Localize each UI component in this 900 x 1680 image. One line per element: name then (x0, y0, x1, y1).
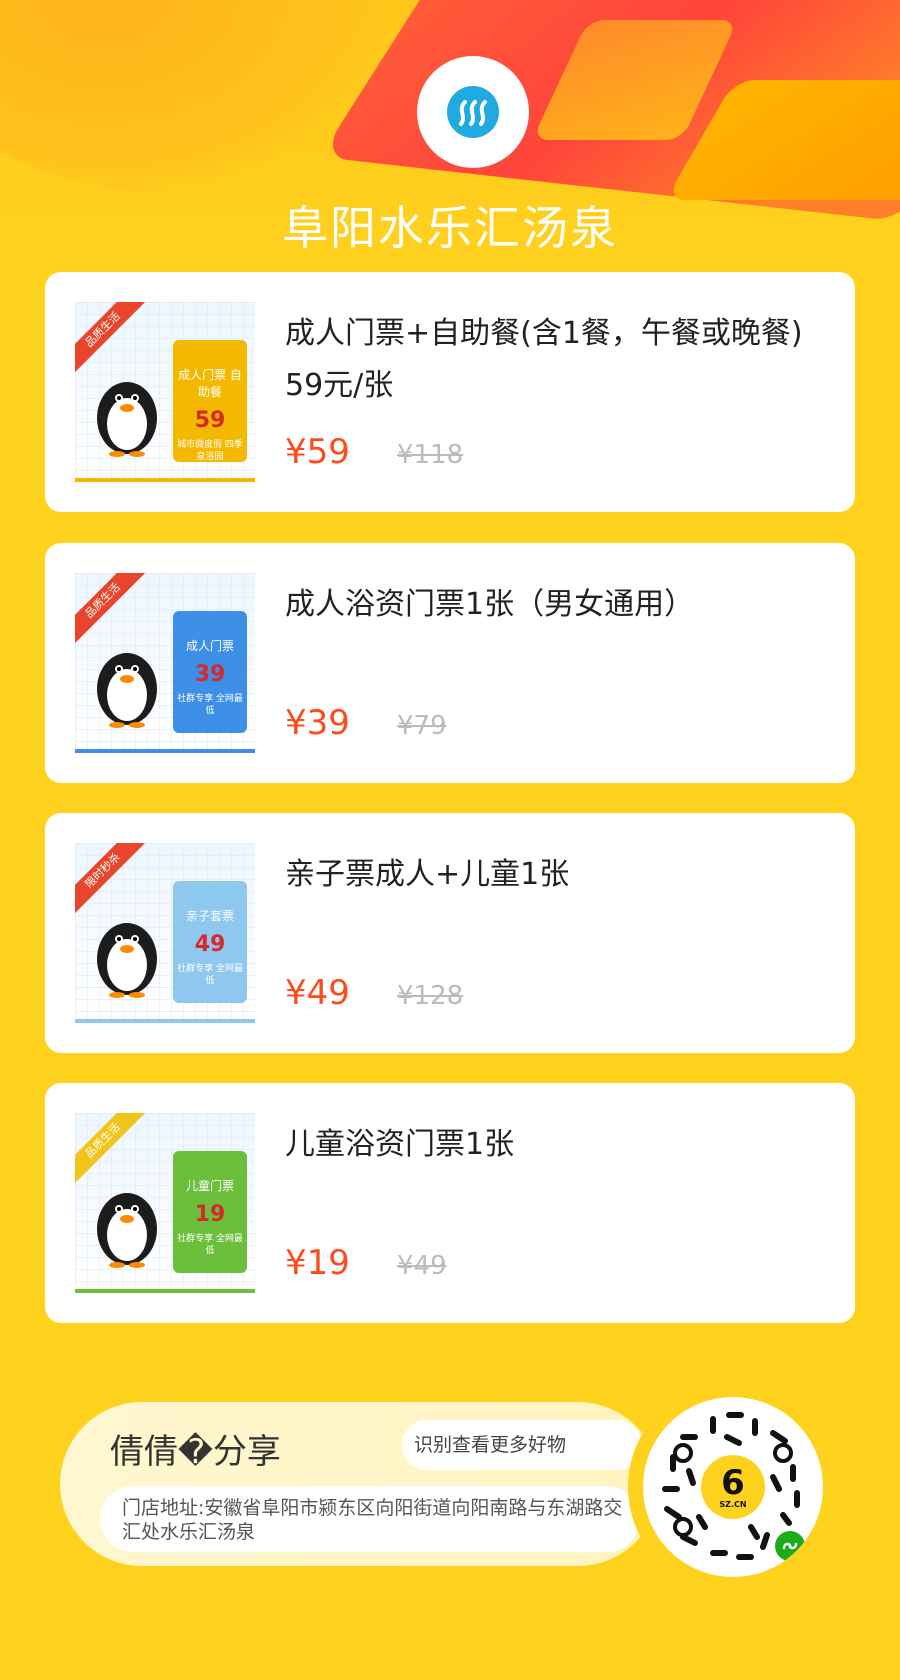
ticket-price: 59 (194, 408, 226, 433)
waves-logo-icon (447, 86, 499, 138)
ticket-note: 社群专享 全网最低 (177, 1234, 243, 1256)
ticket-note: 城市微度假 四季泉浴园 (177, 440, 243, 462)
ticket-note: 社群专享 全网最低 (177, 694, 243, 716)
banner-decoration (0, 0, 380, 190)
sale-price: ¥39 (285, 703, 350, 743)
original-price: ¥79 (397, 711, 447, 741)
ticket-price: 49 (194, 932, 226, 957)
product-title[interactable]: 成人浴资门票1张（男女通用） (285, 579, 825, 631)
ticket-graphic: 成人门票 39 社群专享 全网最低 (173, 611, 247, 733)
store-address: 门店地址:安徽省阜阳市颍东区向阳街道向阳南路与东湖路交汇处水乐汇汤泉 (100, 1486, 640, 1552)
sharer-name: 倩倩�分享 (110, 1432, 281, 1472)
ticket-name: 亲子套票 (185, 909, 234, 923)
penguin-mascot-image (97, 382, 157, 457)
qr-center-logo: 6 SZ.CN (701, 1455, 765, 1519)
wechat-mini-program-icon (775, 1531, 805, 1561)
product-title[interactable]: 亲子票成人+儿童1张 (285, 849, 825, 901)
product-thumbnail[interactable]: 品质生活 成人门票 自助餐 59 城市微度假 四季泉浴园 (75, 302, 255, 482)
original-price: ¥128 (397, 981, 464, 1011)
ticket-graphic: 亲子套票 49 社群专享 全网最低 (173, 881, 247, 1003)
store-logo (417, 56, 529, 168)
penguin-mascot-image (97, 923, 157, 998)
original-price: ¥118 (397, 440, 464, 470)
store-name: 阜阳水乐汇汤泉 (282, 201, 618, 255)
product-thumbnail[interactable]: 限时秒杀 亲子套票 49 社群专享 全网最低 (75, 843, 255, 1023)
product-title[interactable]: 儿童浴资门票1张 (285, 1119, 825, 1171)
ticket-price: 39 (194, 662, 226, 687)
scan-hint-pill: 识别查看更多好物 (402, 1420, 642, 1470)
ticket-name: 成人门票 自助餐 (178, 368, 242, 399)
qr-code-image: 6 SZ.CN (643, 1397, 823, 1577)
ticket-graphic: 儿童门票 19 社群专享 全网最低 (173, 1151, 247, 1273)
product-card[interactable]: 限时秒杀 亲子套票 49 社群专享 全网最低 亲子票成人+儿童1张 ¥49 ¥1… (45, 813, 855, 1053)
ticket-graphic: 成人门票 自助餐 59 城市微度假 四季泉浴园 (173, 340, 247, 462)
sale-price: ¥49 (285, 973, 350, 1013)
penguin-mascot-image (97, 1193, 157, 1268)
product-card[interactable]: 品质生活 儿童门票 19 社群专享 全网最低 儿童浴资门票1张 ¥19 ¥49 (45, 1083, 855, 1323)
ticket-price: 19 (194, 1202, 226, 1227)
product-thumbnail[interactable]: 品质生活 成人门票 39 社群专享 全网最低 (75, 573, 255, 753)
sale-price: ¥19 (285, 1243, 350, 1283)
product-title[interactable]: 成人门票+自助餐(含1餐，午餐或晚餐) 59元/张 (285, 308, 842, 412)
product-thumbnail[interactable]: 品质生活 儿童门票 19 社群专享 全网最低 (75, 1113, 255, 1293)
qr-center-mark: 6 (721, 1462, 745, 1503)
qr-center-text: SZ.CN (719, 1499, 747, 1509)
penguin-mascot-image (97, 653, 157, 728)
original-price: ¥49 (397, 1251, 447, 1281)
product-card[interactable]: 品质生活 成人门票 39 社群专享 全网最低 成人浴资门票1张（男女通用） ¥3… (45, 543, 855, 783)
ticket-note: 社群专享 全网最低 (177, 964, 243, 986)
ticket-name: 成人门票 (185, 639, 234, 653)
qr-code[interactable]: 6 SZ.CN (628, 1382, 838, 1592)
product-card[interactable]: 品质生活 成人门票 自助餐 59 城市微度假 四季泉浴园 成人门票+自助餐(含1… (45, 272, 855, 512)
sale-price: ¥59 (285, 432, 350, 472)
ticket-name: 儿童门票 (185, 1179, 234, 1193)
